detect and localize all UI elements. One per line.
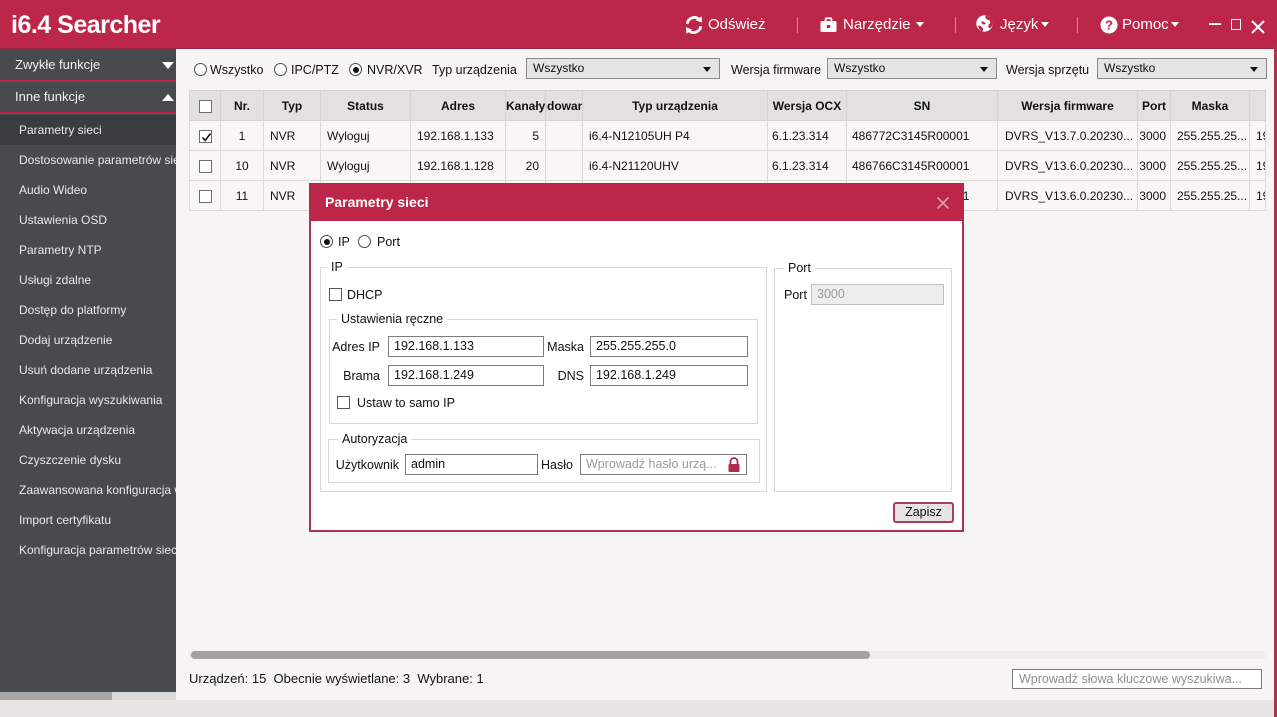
svg-text:?: ? xyxy=(1105,18,1113,33)
